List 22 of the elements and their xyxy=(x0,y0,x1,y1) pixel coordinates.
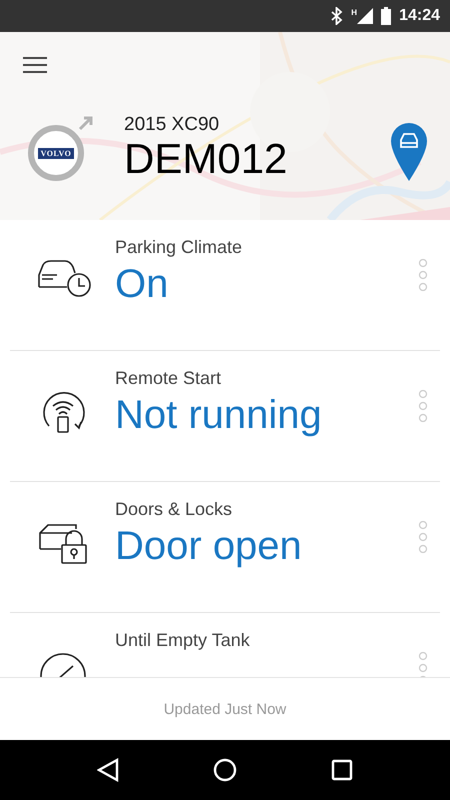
status-card[interactable]: Doors & Locks Door open xyxy=(10,482,440,613)
card-label: Doors & Locks xyxy=(115,499,232,520)
card-label: Parking Climate xyxy=(115,237,242,258)
bluetooth-icon xyxy=(331,7,344,25)
status-card[interactable]: Parking Climate On xyxy=(10,220,440,351)
home-button[interactable] xyxy=(213,758,237,782)
card-label: Remote Start xyxy=(115,368,222,389)
network-type: H xyxy=(351,8,358,17)
clock-time: 14:24 xyxy=(399,7,440,25)
card-value: On xyxy=(115,262,168,307)
card-value: Door open xyxy=(115,524,302,569)
signal-icon xyxy=(357,8,374,24)
card-value: Not running xyxy=(115,393,322,438)
recents-button[interactable] xyxy=(331,759,353,781)
status-card[interactable]: Remote Start Not running xyxy=(10,351,440,482)
card-label: Until Empty Tank xyxy=(115,630,250,651)
back-button[interactable] xyxy=(97,758,119,782)
battery-icon xyxy=(381,7,392,25)
car-pin-icon xyxy=(391,123,427,181)
vehicle-plate: DEM012 xyxy=(124,136,288,182)
updated-text: Updated Just Now xyxy=(164,700,286,718)
vehicle-model: 2015 XC90 xyxy=(124,114,220,136)
